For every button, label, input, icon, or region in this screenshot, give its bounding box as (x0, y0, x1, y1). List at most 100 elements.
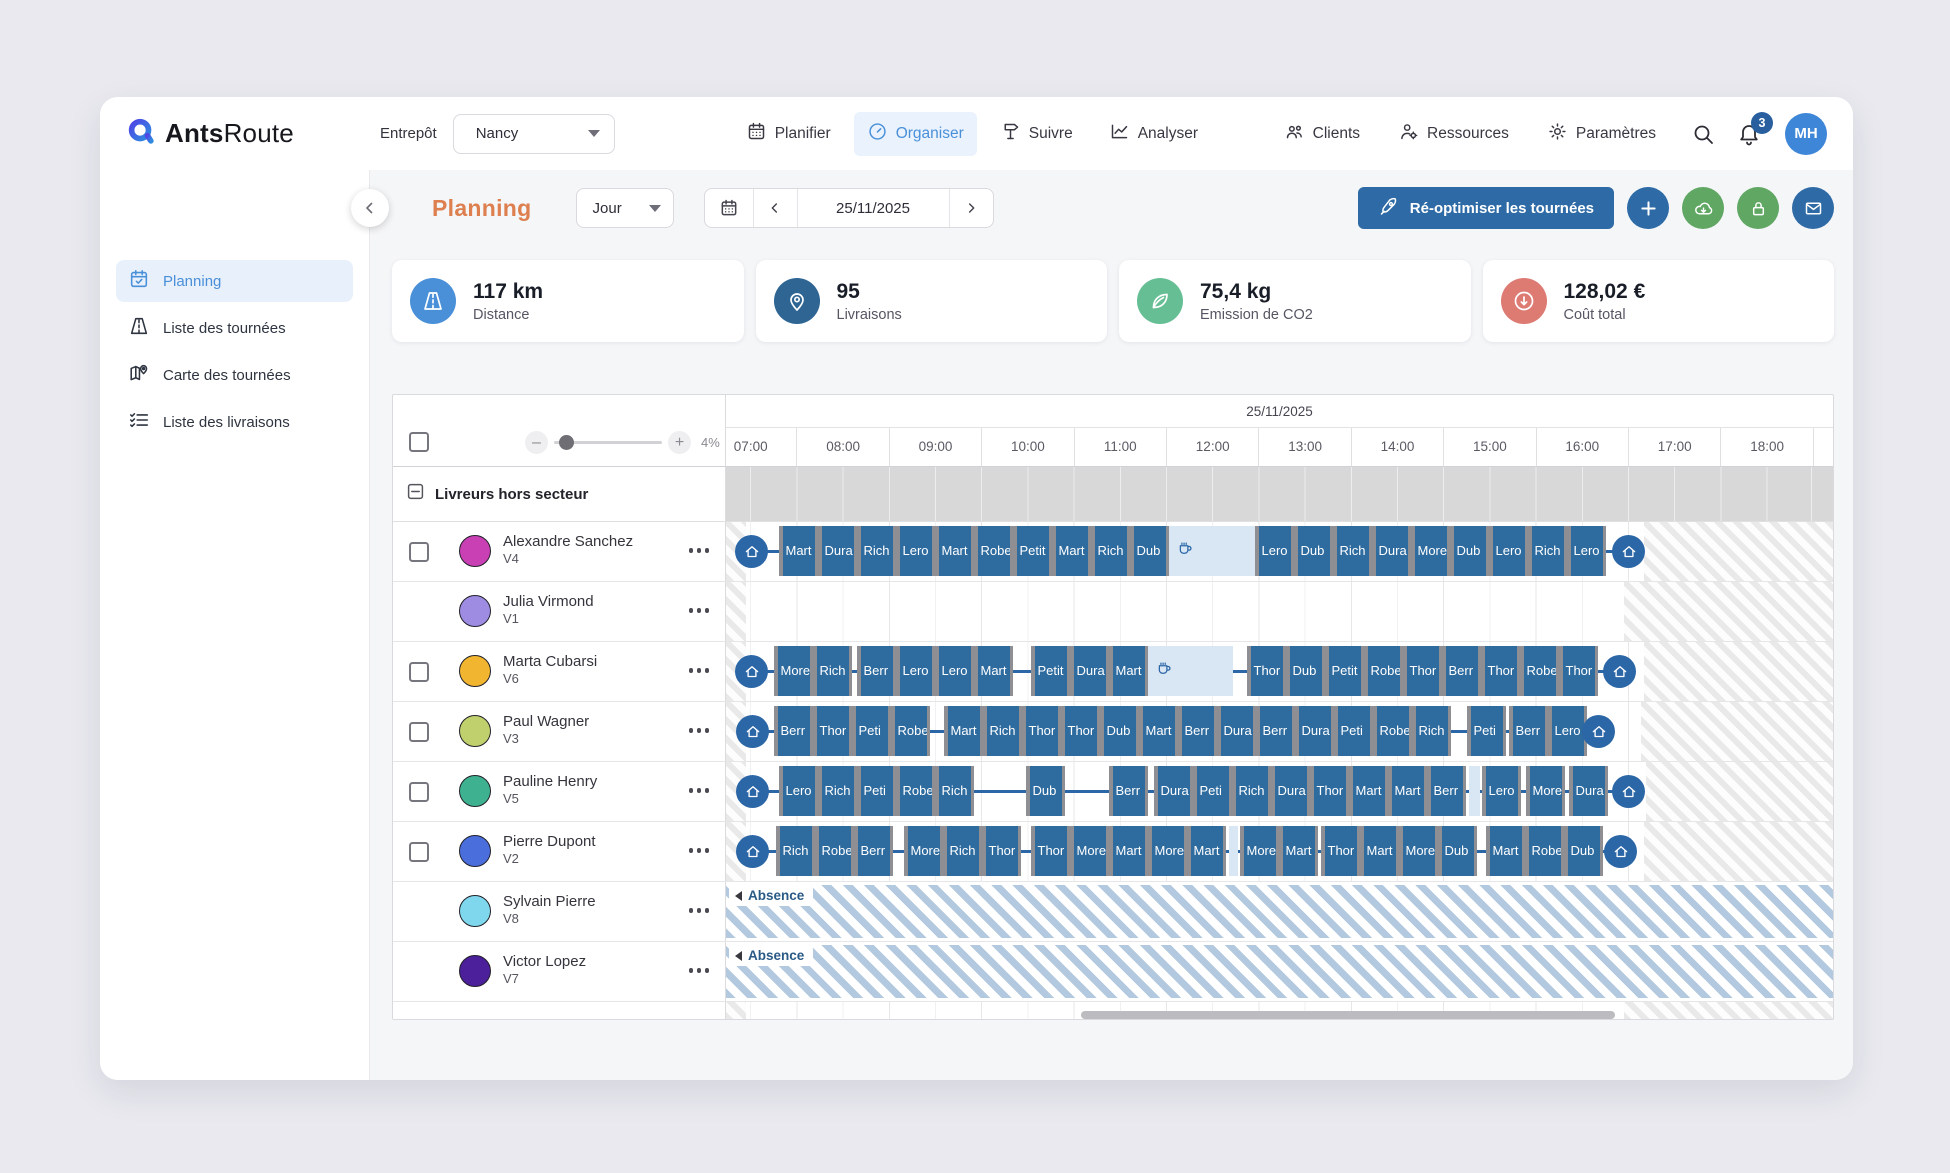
delivery-task-block[interactable]: Robe (891, 706, 930, 756)
delivery-task-block[interactable]: Mart (944, 706, 983, 756)
delivery-task-block[interactable]: Mart (974, 646, 1013, 696)
cloud-download-button[interactable] (1682, 187, 1724, 229)
zoom-out-button[interactable]: – (525, 431, 548, 454)
depot-home-icon[interactable] (1612, 775, 1645, 808)
collapse-group-icon[interactable] (407, 483, 424, 505)
delivery-task-block[interactable]: Berr (854, 826, 893, 876)
resize-handle-right[interactable] (1062, 766, 1066, 816)
horizontal-scrollbar[interactable] (1081, 1011, 1615, 1019)
delivery-task-block[interactable]: Mart (935, 526, 974, 576)
reoptimize-routes-button[interactable]: Ré-optimiser les tournées (1358, 187, 1614, 229)
resize-handle-right[interactable] (1518, 766, 1522, 816)
nav-item-analyser[interactable]: Analyser (1096, 112, 1211, 156)
resize-handle-right[interactable] (1463, 766, 1467, 816)
delivery-task-block[interactable]: Lero (1482, 766, 1521, 816)
delivery-task-block[interactable]: Berr (774, 706, 813, 756)
delivery-task-block[interactable]: Rich (1091, 526, 1130, 576)
user-avatar[interactable]: MH (1785, 113, 1827, 155)
delivery-task-block[interactable]: Rich (1528, 526, 1567, 576)
warehouse-select[interactable]: Nancy (453, 114, 615, 154)
resize-handle-right[interactable] (1223, 826, 1227, 876)
delivery-task-block[interactable]: Mart (1109, 826, 1148, 876)
delivery-task-block[interactable]: Berr (1509, 706, 1548, 756)
break-block[interactable] (1229, 826, 1238, 876)
delivery-task-block[interactable]: More (904, 826, 943, 876)
absence-block[interactable] (726, 945, 1833, 998)
current-date[interactable]: 25/11/2025 (797, 189, 949, 227)
delivery-task-block[interactable]: Robe (896, 766, 935, 816)
delivery-task-block[interactable]: Dub (1286, 646, 1325, 696)
break-block[interactable] (1148, 646, 1233, 696)
delivery-task-block[interactable]: Mart (1486, 826, 1525, 876)
nav-item-organiser[interactable]: Organiser (854, 112, 977, 156)
delivery-task-block[interactable]: Mart (1279, 826, 1318, 876)
resize-handle-right[interactable] (1605, 766, 1609, 816)
nav-item-suivre[interactable]: Suivre (987, 112, 1086, 156)
delivery-task-block[interactable]: Mart (1139, 706, 1178, 756)
delivery-task-block[interactable]: Thor (1022, 706, 1061, 756)
delivery-task-block[interactable]: Dura (1569, 766, 1608, 816)
delivery-task-block[interactable]: Rich (1232, 766, 1271, 816)
driver-menu-button[interactable] (689, 548, 710, 553)
resize-handle-right[interactable] (1595, 646, 1599, 696)
delivery-task-block[interactable]: Peti (857, 766, 896, 816)
delivery-task-block[interactable]: Thor (1481, 646, 1520, 696)
delivery-task-block[interactable]: Mart (1109, 646, 1148, 696)
break-block[interactable] (1169, 526, 1255, 576)
delivery-task-block[interactable]: Thor (982, 826, 1021, 876)
search-icon[interactable] (1691, 122, 1715, 146)
driver-checkbox[interactable] (409, 542, 429, 562)
delivery-task-block[interactable]: Dura (1070, 646, 1109, 696)
delivery-task-block[interactable]: Rich (818, 766, 857, 816)
previous-day-button[interactable] (753, 189, 797, 227)
delivery-task-block[interactable]: Rich (857, 526, 896, 576)
delivery-task-block[interactable]: Thor (1559, 646, 1598, 696)
delivery-task-block[interactable]: Rich (1412, 706, 1451, 756)
delivery-task-block[interactable]: Berr (1427, 766, 1466, 816)
next-day-button[interactable] (949, 189, 993, 227)
delivery-task-block[interactable]: Lero (1567, 526, 1606, 576)
depot-home-icon[interactable] (736, 835, 769, 868)
driver-menu-button[interactable] (689, 848, 710, 853)
delivery-task-block[interactable]: Lero (1489, 526, 1528, 576)
nav-item-ressources[interactable]: Ressources (1385, 112, 1522, 156)
view-select[interactable]: Jour (576, 188, 674, 228)
delivery-task-block[interactable]: More (1399, 826, 1438, 876)
delivery-task-block[interactable]: Dub (1564, 826, 1603, 876)
delivery-task-block[interactable]: Robe (1525, 826, 1564, 876)
driver-checkbox[interactable] (409, 722, 429, 742)
delivery-task-block[interactable]: Peti (852, 706, 891, 756)
depot-home-icon[interactable] (735, 655, 768, 688)
delivery-task-block[interactable]: Mart (1052, 526, 1091, 576)
resize-handle-right[interactable] (1600, 826, 1604, 876)
delivery-task-block[interactable]: Peti (1334, 706, 1373, 756)
resize-handle-right[interactable] (1474, 826, 1478, 876)
driver-menu-button[interactable] (689, 788, 710, 793)
delivery-task-block[interactable]: Petit (1013, 526, 1052, 576)
resize-handle-right[interactable] (849, 646, 853, 696)
delivery-task-block[interactable]: Thor (1061, 706, 1100, 756)
delivery-task-block[interactable]: Berr (857, 646, 896, 696)
collapse-sidebar-button[interactable] (351, 189, 389, 227)
delivery-task-block[interactable]: Dub (1294, 526, 1333, 576)
driver-checkbox[interactable] (409, 662, 429, 682)
sidebar-item-liste-des-livraisons[interactable]: Liste des livraisons (116, 401, 353, 443)
delivery-task-block[interactable]: Thor (1321, 826, 1360, 876)
delivery-task-block[interactable]: Dura (1295, 706, 1334, 756)
delivery-task-block[interactable]: Mart (1349, 766, 1388, 816)
delivery-task-block[interactable]: Robe (815, 826, 854, 876)
delivery-task-block[interactable]: Petit (1325, 646, 1364, 696)
resize-handle-right[interactable] (1503, 706, 1507, 756)
delivery-task-block[interactable]: Thor (1031, 826, 1070, 876)
delivery-task-block[interactable]: Mart (1187, 826, 1226, 876)
delivery-task-block[interactable]: Berr (1442, 646, 1481, 696)
delivery-task-block[interactable]: Lero (1255, 526, 1294, 576)
driver-menu-button[interactable] (689, 668, 710, 673)
delivery-task-block[interactable]: Robe (1364, 646, 1403, 696)
depot-home-icon[interactable] (736, 715, 769, 748)
delivery-task-block[interactable]: Dura (1271, 766, 1310, 816)
driver-checkbox[interactable] (409, 842, 429, 862)
delivery-task-block[interactable]: Dub (1438, 826, 1477, 876)
delivery-task-block[interactable]: Rich (776, 826, 815, 876)
resize-handle-right[interactable] (1603, 526, 1607, 576)
